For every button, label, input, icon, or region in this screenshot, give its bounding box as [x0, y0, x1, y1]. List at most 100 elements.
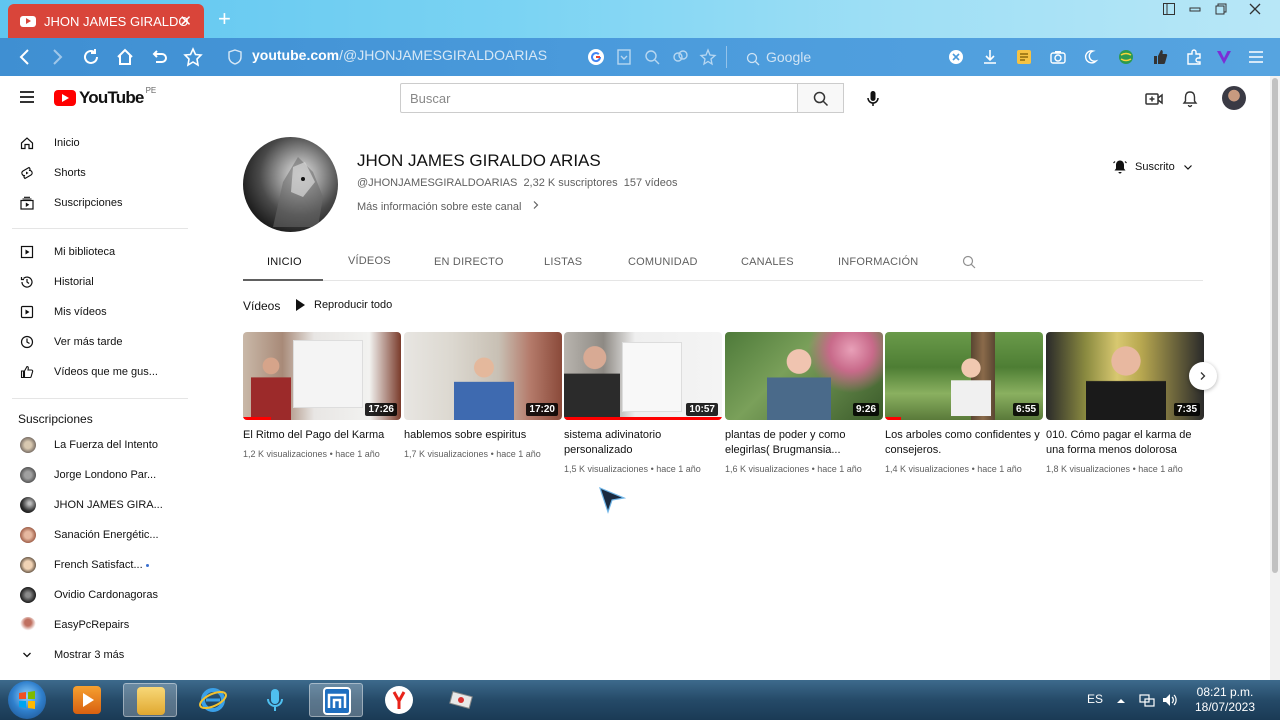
- play-all-button[interactable]: Reproducir todo: [296, 299, 392, 311]
- search-input[interactable]: Buscar: [400, 83, 798, 113]
- extensions-puzzle-icon[interactable]: [1185, 48, 1203, 66]
- sidebar-item-mi-biblioteca[interactable]: Mi biblioteca: [0, 237, 200, 267]
- taskbar-microphone-app[interactable]: [248, 683, 302, 717]
- volume-icon[interactable]: [1161, 692, 1177, 708]
- close-window-icon[interactable]: [1244, 2, 1266, 18]
- video-card[interactable]: 10:57 sistema adivinatorio personalizado…: [564, 332, 722, 474]
- video-title[interactable]: Los arboles como confidentes y consejero…: [885, 428, 1043, 458]
- video-title[interactable]: El Ritmo del Pago del Karma: [243, 428, 401, 443]
- video-card[interactable]: 17:26 El Ritmo del Pago del Karma 1,2 K …: [243, 332, 401, 459]
- sidebar-show-more[interactable]: Mostrar 3 más: [0, 640, 200, 670]
- sidebar-item-ver-mas-tarde[interactable]: Ver más tarde: [0, 327, 200, 357]
- microphone-icon[interactable]: [866, 90, 880, 108]
- tab-en-directo[interactable]: EN DIRECTO: [434, 256, 504, 268]
- undo-icon[interactable]: [148, 46, 170, 68]
- minimize-icon[interactable]: [1184, 2, 1206, 18]
- google-translate-icon[interactable]: [587, 48, 605, 66]
- taskbar-maxthon-browser[interactable]: [309, 683, 363, 717]
- home-browser-icon[interactable]: [114, 46, 136, 68]
- forward-icon[interactable]: [46, 46, 68, 68]
- browser-tab[interactable]: JHON JAMES GIRALDO ✕: [8, 4, 204, 38]
- sidebar-item-liked-videos[interactable]: Vídeos que me gus...: [0, 357, 200, 387]
- channel-avatar-large[interactable]: [243, 137, 338, 232]
- new-tab-button[interactable]: +: [218, 6, 231, 32]
- taskbar-media-player[interactable]: [60, 683, 114, 717]
- search-button[interactable]: [798, 83, 844, 113]
- shield-icon[interactable]: [228, 49, 242, 70]
- show-hidden-icons-icon[interactable]: [1116, 697, 1126, 705]
- sidebar-subscription-item[interactable]: Jorge Londono Par...: [0, 460, 200, 490]
- tab-videos[interactable]: VÍDEOS: [348, 255, 391, 267]
- video-thumbnail[interactable]: 6:55: [885, 332, 1043, 420]
- reader-icon[interactable]: [671, 48, 689, 66]
- notifications-bell-icon[interactable]: [1181, 90, 1199, 108]
- menu-icon[interactable]: [20, 91, 34, 103]
- favorite-add-icon[interactable]: [699, 48, 717, 66]
- scrollbar-thumb[interactable]: [1272, 78, 1278, 573]
- notes-extension-icon[interactable]: [1015, 48, 1033, 66]
- video-card[interactable]: 7:35 010. Cómo pagar el karma de una for…: [1046, 332, 1204, 474]
- tab-menu-icon[interactable]: [1158, 2, 1180, 18]
- taskbar-screen-recorder[interactable]: [434, 683, 488, 717]
- video-card[interactable]: 17:20 hablemos sobre espiritus 1,7 K vis…: [404, 332, 562, 459]
- youtube-logo[interactable]: YouTube PE: [54, 86, 156, 108]
- sidebar-subscription-item[interactable]: EasyPcRepairs: [0, 610, 200, 640]
- sidebar-item-historial[interactable]: Historial: [0, 267, 200, 297]
- address-bar[interactable]: youtube.com/@JHONJAMESGIRALDOARIAS: [252, 47, 547, 63]
- bookmark-star-icon[interactable]: [182, 46, 204, 68]
- screenshot-icon[interactable]: [1049, 48, 1067, 66]
- web-search-input[interactable]: Google: [736, 46, 966, 68]
- channel-more-info-link[interactable]: Más información sobre este canal: [357, 200, 541, 213]
- video-title[interactable]: 010. Cómo pagar el karma de una forma me…: [1046, 428, 1204, 458]
- video-card[interactable]: 6:55 Los arboles como confidentes y cons…: [885, 332, 1043, 474]
- save-page-icon[interactable]: [615, 48, 633, 66]
- restore-icon[interactable]: [1210, 2, 1232, 18]
- video-thumbnail[interactable]: 7:35: [1046, 332, 1204, 420]
- reload-icon[interactable]: [80, 46, 102, 68]
- channel-search-icon[interactable]: [962, 255, 976, 269]
- account-avatar[interactable]: [1222, 86, 1246, 110]
- v-extension-icon[interactable]: [1215, 48, 1233, 66]
- vpn-globe-icon[interactable]: [1117, 48, 1135, 66]
- page-scrollbar[interactable]: [1270, 76, 1280, 680]
- clear-search-icon[interactable]: [947, 48, 965, 66]
- taskbar-file-explorer[interactable]: [123, 683, 177, 717]
- language-indicator[interactable]: ES: [1087, 692, 1103, 706]
- sidebar-item-suscripciones[interactable]: Suscripciones: [0, 188, 200, 218]
- thumbs-up-extension-icon[interactable]: [1151, 48, 1169, 66]
- carousel-next-button[interactable]: [1189, 362, 1217, 390]
- sidebar-subscription-item[interactable]: Ovidio Cardonagoras: [0, 580, 200, 610]
- create-video-icon[interactable]: [1145, 90, 1163, 108]
- tab-informacion[interactable]: INFORMACIÓN: [838, 256, 918, 268]
- tab-comunidad[interactable]: COMUNIDAD: [628, 256, 698, 268]
- video-thumbnail[interactable]: 9:26: [725, 332, 883, 420]
- download-icon[interactable]: [981, 48, 999, 66]
- zoom-icon[interactable]: [643, 48, 661, 66]
- video-thumbnail[interactable]: 17:26: [243, 332, 401, 420]
- start-button[interactable]: [8, 681, 46, 719]
- network-icon[interactable]: [1139, 692, 1155, 708]
- tab-canales[interactable]: CANALES: [741, 256, 794, 268]
- video-title[interactable]: plantas de poder y como elegirlas( Brugm…: [725, 428, 883, 458]
- sidebar-subscription-item[interactable]: La Fuerza del Intento: [0, 430, 200, 460]
- close-tab-icon[interactable]: ✕: [179, 12, 192, 30]
- tab-inicio[interactable]: INICIO: [267, 256, 302, 268]
- video-thumbnail[interactable]: 10:57: [564, 332, 722, 420]
- sidebar-subscription-item[interactable]: French Satisfact...: [0, 550, 200, 580]
- night-mode-icon[interactable]: [1083, 48, 1101, 66]
- subscribed-button[interactable]: Suscrito: [1112, 156, 1193, 178]
- video-thumbnail[interactable]: 17:20: [404, 332, 562, 420]
- taskbar-yandex-browser[interactable]: [372, 683, 426, 717]
- video-card[interactable]: 9:26 plantas de poder y como elegirlas( …: [725, 332, 883, 474]
- browser-menu-icon[interactable]: [1247, 48, 1265, 66]
- taskbar-internet-explorer[interactable]: [186, 683, 240, 717]
- sidebar-subscription-item[interactable]: JHON JAMES GIRA...: [0, 490, 200, 520]
- video-title[interactable]: sistema adivinatorio personalizado: [564, 428, 722, 458]
- sidebar-item-shorts[interactable]: Shorts: [0, 158, 200, 188]
- video-title[interactable]: hablemos sobre espiritus: [404, 428, 562, 443]
- back-icon[interactable]: [14, 46, 36, 68]
- tab-listas[interactable]: LISTAS: [544, 256, 582, 268]
- sidebar-subscription-item[interactable]: Sanación Energétic...: [0, 520, 200, 550]
- sidebar-item-inicio[interactable]: Inicio: [0, 128, 200, 158]
- sidebar-item-mis-videos[interactable]: Mis vídeos: [0, 297, 200, 327]
